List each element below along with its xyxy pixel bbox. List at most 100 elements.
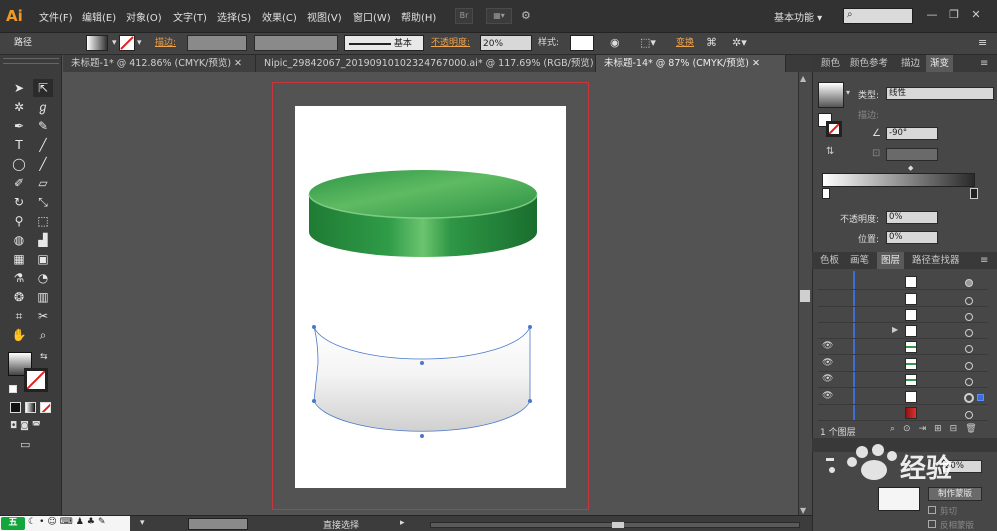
anchor-point[interactable] <box>312 325 316 329</box>
status-menu-icon[interactable]: ▸ <box>400 518 405 528</box>
fill-dropdown-icon[interactable]: ▾ <box>112 35 117 51</box>
gradient-midpoint-icon[interactable]: ◆ <box>908 164 913 172</box>
column-graph-icon[interactable]: ▥ <box>33 288 53 306</box>
tab-document-2[interactable]: Nipic_29842067_20190910102324767000.ai* … <box>256 55 596 72</box>
symbol-sprayer-icon[interactable]: ❂ <box>9 288 29 306</box>
ime-icons[interactable]: ☾•☺⌨♟♣✎ <box>28 517 108 527</box>
selection-tool-icon[interactable]: ➤ <box>9 79 29 97</box>
anchor-point[interactable] <box>420 361 424 365</box>
menu-edit[interactable]: 编辑(E) <box>82 9 116 24</box>
target-circle-icon[interactable] <box>965 362 973 370</box>
eye-icon[interactable]: 👁 <box>822 358 833 368</box>
layers-menu-icon[interactable]: ≡ <box>980 255 988 266</box>
target-circle-icon[interactable] <box>965 329 973 337</box>
anchor-point[interactable] <box>312 399 316 403</box>
gradient-stroke-box[interactable] <box>826 121 842 137</box>
fill-swatch[interactable] <box>86 35 108 51</box>
panel-menu-icon[interactable]: ≡ <box>980 58 988 69</box>
gradient-angle-field[interactable]: -90° <box>886 127 938 140</box>
zoom-icon[interactable]: ⌕ <box>33 326 53 344</box>
jar-body[interactable] <box>313 326 531 432</box>
wrench-icon[interactable]: ✎ <box>98 517 109 527</box>
stroke-dropdown-icon[interactable]: ▾ <box>137 35 142 51</box>
tab-document-1[interactable]: 未标题-1* @ 412.86% (CMYK/预览) ✕ <box>63 55 256 72</box>
curvature-icon[interactable]: ✎ <box>33 117 53 135</box>
rotate-icon[interactable]: ↻ <box>9 193 29 211</box>
artboard-navigator[interactable] <box>188 518 248 530</box>
eye-icon[interactable]: 👁 <box>822 391 833 401</box>
eye-icon[interactable]: 👁 <box>822 374 833 384</box>
menu-window[interactable]: 窗口(W) <box>353 9 391 24</box>
target-circle-icon[interactable] <box>965 313 973 321</box>
invert-mask-checkbox[interactable] <box>928 520 936 528</box>
target-circle-icon[interactable] <box>965 297 973 305</box>
tab-color-guide[interactable]: 颜色参考 <box>846 55 892 72</box>
selection-indicator[interactable] <box>977 394 984 401</box>
layer-row[interactable] <box>818 291 988 307</box>
layer-row[interactable] <box>818 274 988 290</box>
width-tool-icon[interactable]: ⚲ <box>9 212 29 230</box>
eyedropper-icon[interactable]: ⚗ <box>9 269 29 287</box>
layer-row[interactable] <box>818 372 988 388</box>
tab-document-3[interactable]: 未标题-14* @ 87% (CMYK/预览) ✕ <box>596 55 786 72</box>
menu-help[interactable]: 帮助(H) <box>401 9 436 24</box>
ime-logo[interactable]: 五 <box>1 517 25 530</box>
scroll-down-icon[interactable]: ▼ <box>800 506 806 515</box>
tab-brushes[interactable]: 画笔 <box>846 252 873 269</box>
brush-definition-select[interactable]: 基本 <box>344 35 424 51</box>
draw-modes-icon[interactable]: ◘◙◚ <box>10 421 44 431</box>
reverse-gradient-icon[interactable]: ⇅ <box>826 146 834 157</box>
layers-footer-buttons[interactable]: ⌕⊙⇥⊞⊟🗑 <box>890 424 985 434</box>
shirt-icon[interactable]: ♣ <box>87 517 98 527</box>
arrange-documents-button[interactable]: ▦▾ <box>486 8 512 24</box>
tab-stroke[interactable]: 描边 <box>897 55 924 72</box>
anchor-point[interactable] <box>420 434 424 438</box>
stroke-color-box[interactable] <box>24 368 48 392</box>
pen-tool-icon[interactable]: ✒ <box>9 117 29 135</box>
recolor-artwork-icon[interactable]: ◉ <box>610 35 620 51</box>
layer-row[interactable] <box>818 356 988 372</box>
default-colors-icon[interactable] <box>9 385 17 393</box>
opacity-label[interactable]: 不透明度: <box>431 35 470 51</box>
stroke-weight-field[interactable] <box>187 35 247 51</box>
gradient-stop-end[interactable] <box>970 188 978 199</box>
menu-file[interactable]: 文件(F) <box>39 9 73 24</box>
tab-gradient[interactable]: 渐变 <box>926 55 954 72</box>
scale-icon[interactable]: ⤡ <box>33 193 53 211</box>
mesh-icon[interactable]: ▦ <box>9 250 29 268</box>
moon-icon[interactable]: ☾ <box>28 517 39 527</box>
paintbrush-icon[interactable]: ╱ <box>33 155 53 173</box>
tab-layers[interactable]: 图层 <box>877 252 905 269</box>
search-input[interactable] <box>843 8 913 24</box>
menu-effect[interactable]: 效果(C) <box>262 9 297 24</box>
type-tool-icon[interactable]: T <box>9 136 29 154</box>
smile-icon[interactable]: ☺ <box>47 517 59 527</box>
scrollbar-thumb[interactable] <box>800 290 810 302</box>
scroll-up-icon[interactable]: ▲ <box>800 74 806 83</box>
gradient-type-select[interactable]: 线性 <box>886 87 994 100</box>
swap-colors-icon[interactable]: ⇆ <box>40 352 48 362</box>
layer-row[interactable] <box>818 389 988 405</box>
target-circle-icon[interactable] <box>965 345 973 353</box>
menu-view[interactable]: 视图(V) <box>307 9 342 24</box>
gradient-location-field[interactable]: 0% <box>886 231 938 244</box>
gradient-preset-dropdown-icon[interactable]: ▾ <box>846 88 850 97</box>
direct-selection-tool-icon[interactable]: ⇱ <box>33 79 53 97</box>
menu-select[interactable]: 选择(S) <box>217 9 251 24</box>
layer-row[interactable] <box>818 405 988 421</box>
expand-arrow-icon[interactable]: ▶ <box>892 325 898 334</box>
workspace-switcher[interactable]: 基本功能 ▾ <box>774 9 822 24</box>
tab-color[interactable]: 颜色 <box>817 55 844 72</box>
artboard-icon[interactable]: ⌗ <box>9 307 29 325</box>
free-transform-icon[interactable]: ⬚ <box>33 212 53 230</box>
tab-swatches[interactable]: 色板 <box>816 252 843 269</box>
menu-object[interactable]: 对象(O) <box>126 9 162 24</box>
gradient-slider[interactable] <box>822 173 975 187</box>
ellipse-tool-icon[interactable]: ◯ <box>9 155 29 173</box>
pencil-icon[interactable]: ✐ <box>9 174 29 192</box>
eye-icon[interactable]: 👁 <box>822 341 833 351</box>
keyboard-icon[interactable]: ⌨ <box>60 517 76 527</box>
hand-icon[interactable]: ✋ <box>9 326 29 344</box>
blend-icon[interactable]: ◔ <box>33 269 53 287</box>
lasso-icon[interactable]: ℊ <box>33 98 53 116</box>
